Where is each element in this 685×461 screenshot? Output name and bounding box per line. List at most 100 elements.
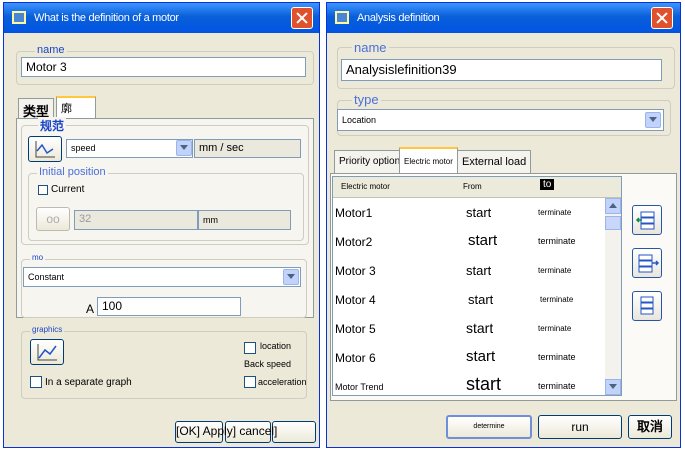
row-from: start [466, 263, 492, 278]
chevron-down-icon[interactable] [645, 112, 661, 128]
row-to: terminate [538, 208, 572, 217]
add-motor-icon [635, 211, 655, 230]
speed-select-value: speed [71, 143, 96, 153]
close-icon[interactable] [651, 7, 673, 29]
analysis-name-value: Analysislefinition39 [346, 62, 457, 77]
back-speed-label: Back speed [244, 359, 292, 369]
location-label: location [260, 341, 292, 351]
determine-label: determine [473, 423, 505, 430]
add-motor-button[interactable] [632, 205, 662, 235]
insert-motor-icon [638, 254, 660, 273]
table-row[interactable]: Motor 4 start terminate [333, 285, 603, 315]
chevron-down-icon[interactable] [176, 140, 192, 156]
window-icon [335, 11, 349, 24]
a-label: A [86, 302, 95, 316]
row-from: start [466, 348, 496, 365]
row-to: terminate [538, 266, 572, 275]
tab-electric-motor-label: Electric motor [404, 157, 453, 166]
row-from: start [468, 292, 494, 307]
acceleration-label: acceleration [258, 377, 307, 387]
speed-unit-field: mm / sec [194, 139, 301, 158]
left-title-bar: What is the definition of a motor [4, 3, 319, 33]
model-select-value: Constant [28, 272, 65, 282]
position-unit-value: mm [203, 215, 218, 225]
table-row[interactable]: Motor 5 start terminate [333, 314, 603, 344]
table-header: Electric motor From to [333, 177, 621, 198]
delete-motor-icon [640, 296, 654, 315]
spec-label: 规范 [38, 117, 67, 134]
row-motor-name: Motor2 [335, 235, 373, 249]
table-row[interactable]: Motor 3 start terminate [333, 256, 603, 286]
cancel-button[interactable] [272, 421, 316, 443]
table-row[interactable]: Motor Trend start terminate [333, 372, 603, 395]
tab-type[interactable]: 类型 [18, 98, 55, 119]
tab-external-load-label: External load [462, 156, 527, 168]
motor-name-input[interactable]: Motor 3 [21, 57, 306, 77]
row-to: terminate [538, 236, 576, 246]
row-motor-name: Motor1 [335, 206, 373, 220]
cancel-label: 取消 [636, 419, 663, 434]
profile-graph-button[interactable] [28, 136, 62, 162]
graphics-label: graphics [30, 325, 65, 334]
dialog-buttons-text: [OK] Apply] cancel] [176, 424, 278, 438]
column-header-from: From [463, 182, 482, 191]
right-title-bar: Analysis definition [327, 3, 680, 33]
run-button[interactable]: run [538, 415, 622, 439]
close-icon[interactable] [291, 7, 313, 29]
tab-priority-options-label: Priority options [339, 156, 406, 167]
acceleration-checkbox[interactable] [244, 376, 256, 388]
graph-button[interactable] [30, 339, 64, 365]
location-checkbox[interactable] [244, 342, 256, 354]
right-window-title: Analysis definition [357, 12, 440, 24]
chevron-down-icon[interactable] [283, 269, 299, 285]
table-row[interactable]: Motor1 start terminate [333, 198, 603, 228]
separate-graph-checkbox[interactable] [30, 376, 42, 388]
analysis-name-input[interactable]: Analysislefinition39 [341, 59, 662, 81]
insert-motor-button[interactable] [632, 248, 662, 278]
position-field: 32 [74, 210, 198, 230]
analysis-definition-dialog: Analysis definition name Analysislefinit… [326, 2, 681, 448]
current-label: Current [51, 184, 85, 195]
tab-electric-motor[interactable]: Electric motor [399, 147, 458, 174]
cancel-button[interactable]: 取消 [628, 415, 672, 439]
column-header-to: to [540, 179, 555, 190]
motor-table: Electric motor From to Motor1 start term… [332, 176, 622, 396]
model-select[interactable]: Constant [23, 267, 301, 287]
table-row[interactable]: Motor 6 start terminate [333, 343, 603, 373]
delete-motor-button[interactable] [632, 291, 662, 321]
glasses-icon: oo [46, 212, 60, 226]
initial-position-label: Initial position [37, 166, 108, 178]
type-select[interactable]: Location [337, 109, 664, 131]
row-motor-name: Motor 3 [335, 264, 376, 278]
glasses-button: oo [36, 207, 70, 231]
row-to: terminate [538, 381, 576, 391]
speed-select[interactable]: speed [66, 139, 193, 158]
tab-profile-label: 廓 [61, 103, 72, 115]
column-header-motor: Electric motor [341, 182, 390, 191]
row-to: terminate [538, 352, 576, 362]
table-row[interactable]: Motor2 start terminate [333, 227, 603, 257]
tab-external-load[interactable]: External load [457, 150, 532, 174]
position-value: 32 [79, 213, 92, 225]
table-scrollbar[interactable] [605, 198, 621, 395]
current-checkbox[interactable] [38, 185, 48, 195]
motor-name-value: Motor 3 [26, 60, 67, 74]
separate-graph-label: In a separate graph [45, 377, 132, 388]
type-label: type [352, 92, 381, 107]
scroll-up-icon[interactable] [605, 198, 621, 214]
row-motor-name: Motor 4 [335, 293, 376, 307]
tab-profile[interactable]: 廓 [56, 96, 96, 118]
row-from: start [466, 205, 492, 220]
scroll-down-icon[interactable] [605, 379, 621, 395]
a-value-input[interactable]: 100 [97, 297, 241, 316]
type-select-value: Location [342, 115, 377, 125]
determine-button[interactable]: determine [446, 415, 532, 439]
row-to: terminate [540, 295, 574, 304]
profile-graph-icon [35, 141, 55, 158]
graph-icon [37, 344, 57, 361]
row-from: start [466, 320, 494, 336]
position-unit-field: mm [198, 210, 291, 230]
scroll-thumb[interactable] [605, 216, 621, 230]
table-body: Motor1 start terminate Motor2 start term… [333, 198, 605, 395]
left-window-title: What is the definition of a motor [34, 12, 179, 24]
